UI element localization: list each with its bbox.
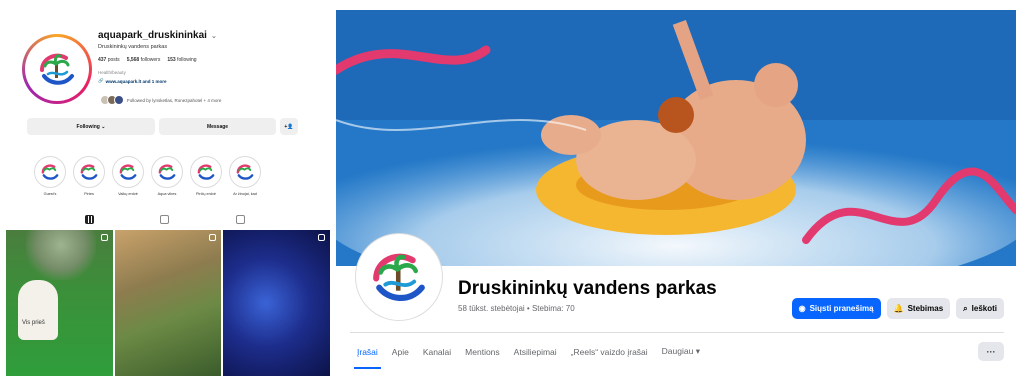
profile-tabs [0,209,330,229]
aquapark-logo-icon [119,164,137,180]
story-highlight[interactable]: Ar žinojai, kad [229,156,261,196]
grid-icon[interactable] [85,214,95,224]
messenger-icon: ◉ [798,304,806,313]
follower-avatar [114,95,124,105]
story-highlight[interactable]: Aqua vibes [151,156,183,196]
tab-item[interactable]: Apie [385,343,416,361]
tab-posts[interactable]: Įrašai [350,343,385,369]
aquapark-logo-icon [41,164,59,180]
story-highlights: Guest's Pirtes Vaikų erdvė Aqua vibes Pirčių… [34,156,261,196]
profile-avatar[interactable] [22,34,92,104]
followed-by-row[interactable]: Followed by lynsketlas, Ronezpahotel + 4… [100,95,221,105]
profile-category: Health/beauty [98,70,126,75]
following-button[interactable]: 🔔 Stebimas [886,298,951,319]
bell-icon: 🔔 [893,304,904,313]
post-thumbnail[interactable] [114,230,222,376]
followed-by-text: Followed by lynsketlas, Ronezpahotel + 4… [127,97,222,103]
search-icon: ⌕ [963,303,968,313]
story-highlight-label: Ar žinojai, kad [233,192,257,196]
page-actions: ◉ Siųsti pranešimą 🔔 Stebimas ⌕ Ieškoti [791,298,1004,319]
chevron-down-icon: ⌄ [101,123,106,130]
story-highlight-label: Guest's [43,192,57,196]
tab-item[interactable]: Atsiliepimai [507,343,564,361]
add-user-icon: +👤 [284,123,294,130]
story-highlight-label: Vaikų erdvė [118,192,138,196]
tab-item[interactable]: Daugiau ▾ [655,342,707,361]
username-text: aquapark_druskininkai [98,30,207,41]
story-highlight-ring [151,156,183,188]
story-highlight-ring [73,156,105,188]
more-options-button[interactable]: ··· [978,342,1004,361]
page-followers-text[interactable]: 58 tūkst. stebėtojai • Stebima: 70 [458,304,575,313]
story-highlight[interactable]: Vaikų erdvė [112,156,144,196]
page-tabs: Įrašai Apie Kanalai Mentions Atsiliepimai „Re… [350,342,707,369]
waterslide-photo [336,10,1016,266]
following-count[interactable]: 153 following [167,57,196,63]
aquapark-logo-icon [373,253,425,301]
reels-icon[interactable] [160,214,170,224]
aquapark-logo-icon [197,164,215,180]
divider [350,332,1004,333]
link-icon: 🔗 [98,78,104,83]
aquapark-logo-icon [40,53,74,85]
add-user-button[interactable]: +👤 [280,118,298,135]
cover-photo[interactable] [336,10,1016,266]
tab-item[interactable]: „Reels“ vaizdo įrašai [564,343,655,361]
aquapark-logo-icon [236,164,254,180]
reel-icon [318,234,326,241]
instagram-profile-panel: aquapark_druskininkai ⌄ Druskininkų vand… [0,0,330,376]
send-message-button[interactable]: ◉ Siųsti pranešimą [791,298,881,319]
tab-item[interactable]: Mentions [458,343,507,361]
composite-screenshot: aquapark_druskininkai ⌄ Druskininkų vand… [0,0,1016,376]
tab-item[interactable]: Kanalai [416,343,458,361]
story-highlight[interactable]: Pirčių erdvė [190,156,222,196]
story-highlight[interactable]: Guest's [34,156,66,196]
post-overlay-text: Vis prieš [22,320,45,326]
profile-action-buttons: Following ⌄ Message +👤 [27,118,298,135]
profile-link[interactable]: 🔗 www.aquapark.lt and 1 more [98,78,323,84]
chevron-down-icon[interactable]: ⌄ [211,32,217,40]
posts-count[interactable]: 437 posts [98,57,120,63]
story-highlight-label: Pirčių erdvė [195,192,217,196]
post-thumbnail[interactable] [223,230,330,376]
post-thumbnail[interactable]: Vis prieš [6,230,113,376]
following-button[interactable]: Following ⌄ [27,118,155,135]
birch-leaves-image [26,230,96,280]
facebook-page-panel: Druskininkų vandens parkas 58 tūkst. ste… [336,10,1016,376]
profile-full-name: Druskininkų vandens parkas [98,44,168,50]
story-highlight-ring [112,156,144,188]
profile-stats: 437 posts 5,568 followers 153 following [98,57,323,63]
aquapark-logo-icon [80,164,98,180]
sauna-hat-image [18,280,58,340]
story-highlight-ring [229,156,261,188]
aquapark-logo-icon [158,164,176,180]
profile-username: aquapark_druskininkai ⌄ [98,30,323,41]
story-highlight-ring [190,156,222,188]
story-highlight-label: Aqua vibes [157,192,177,196]
story-highlight-ring [34,156,66,188]
reel-icon [209,234,217,241]
post-grid: Vis prieš [6,230,330,376]
reel-icon [100,234,108,241]
page-profile-picture[interactable] [356,234,442,320]
followers-count[interactable]: 5,568 followers [127,57,161,63]
page-title: Druskininkų vandens parkas [458,278,717,299]
message-button[interactable]: Message [159,118,276,135]
search-button[interactable]: ⌕ Ieškoti [956,298,1004,319]
story-highlight-label: Pirtes [84,192,94,196]
tagged-icon[interactable] [235,214,245,224]
story-highlight[interactable]: Pirtes [73,156,105,196]
